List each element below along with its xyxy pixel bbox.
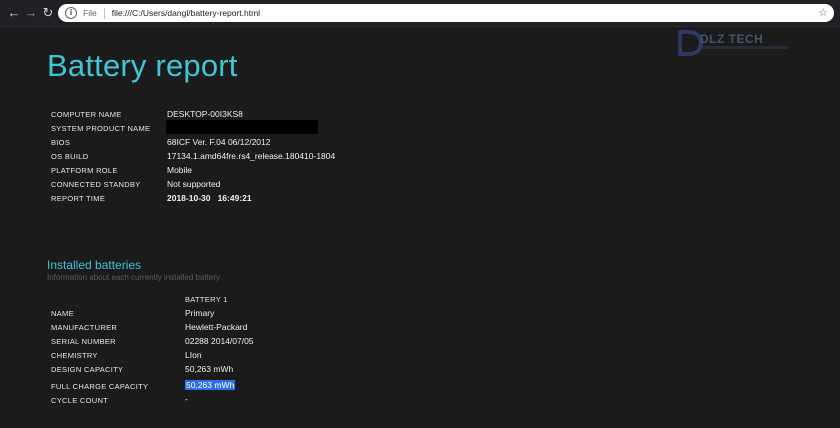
watermark-text: DLZ TECH: [700, 32, 764, 46]
installed-batteries-heading: Installed batteries: [47, 258, 142, 272]
chemistry-value: LIon: [185, 350, 202, 360]
watermark-logo: DLZ TECH: [672, 26, 798, 58]
manufacturer-label: MANUFACTURER: [51, 323, 118, 332]
cycle-count-value: -: [185, 394, 188, 404]
page-title: Battery report: [47, 48, 238, 83]
address-bar[interactable]: i File file:///C:/Users/dangl/battery-re…: [58, 4, 834, 22]
connected-standby-label: CONNECTED STANDBY: [51, 180, 141, 189]
connected-standby-value: Not supported: [167, 179, 221, 189]
os-build-label: OS BUILD: [51, 152, 89, 161]
system-product-name-label: SYSTEM PRODUCT NAME: [51, 124, 151, 133]
cycle-count-label: CYCLE COUNT: [51, 396, 109, 405]
back-arrow-icon[interactable]: ←: [6, 5, 22, 21]
os-build-value: 17134.1.amd64fre.rs4_release.180410-1804: [167, 151, 336, 161]
full-charge-capacity-label: FULL CHARGE CAPACITY: [51, 382, 149, 391]
bookmark-star-icon[interactable]: ☆: [818, 6, 828, 20]
url-scheme-label: File: [83, 8, 97, 18]
platform-role-value: Mobile: [167, 165, 193, 175]
design-capacity-label: DESIGN CAPACITY: [51, 365, 124, 374]
address-divider: [103, 7, 105, 19]
platform-role-label: PLATFORM ROLE: [51, 166, 118, 175]
computer-name-value: DESKTOP-00I3KS8: [167, 109, 243, 119]
design-capacity-value: 50,263 mWh: [185, 364, 234, 374]
computer-name-label: COMPUTER NAME: [51, 110, 122, 119]
bios-label: BIOS: [51, 138, 71, 147]
battery-name-label: NAME: [51, 309, 74, 318]
redacted-block: [166, 120, 318, 134]
bios-value: 68ICF Ver. F.04 06/12/2012: [167, 137, 271, 147]
chemistry-label: CHEMISTRY: [51, 351, 98, 360]
manufacturer-value: Hewlett-Packard: [185, 322, 248, 332]
installed-batteries-subtitle: Information about each currently install…: [47, 273, 220, 282]
browser-toolbar: ← → ↻ i File file:///C:/Users/dangl/batt…: [0, 0, 840, 27]
battery-column-header: BATTERY 1: [185, 295, 228, 304]
info-icon[interactable]: i: [65, 7, 77, 19]
battery-name-value: Primary: [185, 308, 215, 318]
reload-icon[interactable]: ↻: [40, 5, 56, 21]
watermark-underline: [702, 46, 788, 49]
serial-number-value: 02288 2014/07/05: [185, 336, 254, 346]
serial-number-label: SERIAL NUMBER: [51, 337, 116, 346]
report-time-label: REPORT TIME: [51, 194, 106, 203]
url-text[interactable]: file:///C:/Users/dangl/battery-report.ht…: [112, 8, 260, 18]
full-charge-capacity-value[interactable]: 50,263 mWh: [185, 380, 236, 390]
forward-arrow-icon[interactable]: →: [23, 5, 39, 21]
report-time-value: 2018-10-30 16:49:21: [167, 193, 252, 203]
